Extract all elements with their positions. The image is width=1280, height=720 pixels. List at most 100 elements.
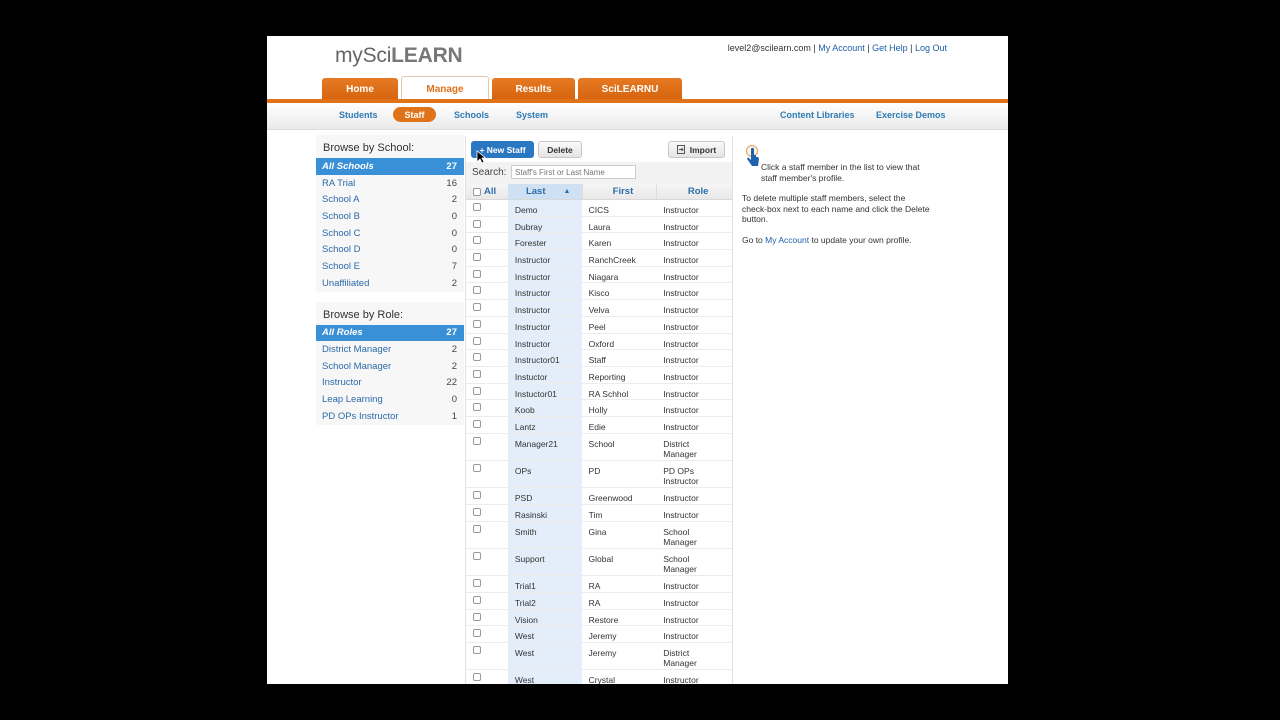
row-select[interactable] (466, 461, 508, 487)
log-out-link[interactable]: Log Out (915, 43, 947, 53)
row-select[interactable] (466, 200, 508, 216)
table-row[interactable]: PSD Greenwood Instructor (466, 488, 732, 505)
table-row[interactable]: Manager21 School District Manager (466, 433, 732, 461)
table-row[interactable]: Instuctor01 RA Schhol Instructor (466, 383, 732, 401)
table-row[interactable]: West Crystal Instructor (466, 670, 732, 684)
table-row[interactable]: Instructor Peel Instructor (466, 316, 732, 334)
table-row[interactable]: Instructor Kisco Instructor (466, 283, 732, 301)
row-checkbox[interactable] (473, 386, 481, 395)
select-all[interactable]: All (466, 184, 508, 199)
row-checkbox[interactable] (473, 286, 481, 295)
row-checkbox[interactable] (473, 612, 481, 621)
row-checkbox[interactable] (473, 463, 481, 472)
row-select[interactable] (466, 670, 508, 684)
row-select[interactable] (466, 626, 508, 642)
role-item[interactable]: PD OPs Instructor 1 (316, 407, 464, 425)
row-checkbox[interactable] (473, 336, 481, 345)
table-row[interactable]: Demo CICS Instructor (466, 200, 732, 217)
table-row[interactable]: Instructor01 Staff Instructor (466, 350, 732, 367)
school-item[interactable]: School B 0 (316, 208, 464, 225)
subnav-exercise-demos[interactable]: Exercise Demos (876, 110, 946, 120)
row-checkbox[interactable] (473, 269, 481, 278)
select-all-checkbox[interactable] (473, 187, 481, 196)
table-row[interactable]: Support Global School Manager (466, 548, 732, 577)
table-row[interactable]: Trial1 RA Instructor (466, 576, 732, 593)
role-item[interactable]: School Manager 2 (316, 357, 464, 375)
row-select[interactable] (466, 267, 508, 283)
row-select[interactable] (466, 488, 508, 504)
table-row[interactable]: Trial2 RA Instructor (466, 592, 732, 610)
row-select[interactable] (466, 367, 508, 383)
school-item[interactable]: Unaffiliated 2 (316, 274, 464, 292)
delete-button[interactable]: Delete (538, 141, 582, 158)
row-select[interactable] (466, 317, 508, 333)
row-checkbox[interactable] (473, 236, 481, 245)
column-first[interactable]: First (581, 184, 657, 199)
school-item[interactable]: All Schools 27 (316, 158, 464, 175)
tab-home[interactable]: Home (322, 78, 398, 101)
row-select[interactable] (466, 400, 508, 416)
row-checkbox[interactable] (473, 629, 481, 638)
table-row[interactable]: OPs PD PD OPs Instructor (466, 460, 732, 489)
table-row[interactable]: Instructor Velva Instructor (466, 300, 732, 317)
table-row[interactable]: Lantz Edie Instructor (466, 416, 732, 434)
column-last[interactable]: Last ▲ (507, 184, 582, 199)
row-select[interactable] (466, 610, 508, 626)
row-select[interactable] (466, 522, 508, 548)
subnav-staff[interactable]: Staff (393, 107, 436, 122)
school-item[interactable]: School D 0 (316, 241, 464, 259)
row-checkbox[interactable] (473, 595, 481, 604)
table-row[interactable]: Instructor RanchCreek Instructor (466, 250, 732, 267)
search-input[interactable] (511, 165, 636, 179)
row-checkbox[interactable] (473, 319, 481, 328)
table-row[interactable]: Dubray Laura Instructor (466, 216, 732, 234)
help-my-account-link[interactable]: My Account (765, 235, 809, 245)
role-item[interactable]: District Manager 2 (316, 341, 464, 358)
row-select[interactable] (466, 643, 508, 669)
table-row[interactable]: West Jeremy District Manager (466, 642, 732, 671)
row-checkbox[interactable] (473, 403, 481, 412)
row-select[interactable] (466, 417, 508, 433)
row-checkbox[interactable] (473, 524, 481, 533)
table-row[interactable]: Vision Restore Instructor (466, 609, 732, 627)
row-select[interactable] (466, 434, 508, 460)
row-checkbox[interactable] (473, 551, 481, 560)
row-select[interactable] (466, 250, 508, 266)
school-item[interactable]: School E 7 (316, 258, 464, 275)
table-row[interactable]: Rasinski Tim Instructor (466, 504, 732, 522)
row-checkbox[interactable] (473, 219, 481, 228)
table-row[interactable]: Instructor Niagara Instructor (466, 266, 732, 284)
school-item[interactable]: RA Trial 16 (316, 174, 464, 192)
row-checkbox[interactable] (473, 491, 481, 500)
row-select[interactable] (466, 283, 508, 299)
tab-results[interactable]: Results (492, 78, 575, 101)
school-item[interactable]: School A 2 (316, 191, 464, 209)
table-row[interactable]: Koob Holly Instructor (466, 400, 732, 417)
row-select[interactable] (466, 217, 508, 233)
role-item[interactable]: Leap Learning 0 (316, 391, 464, 408)
school-item[interactable]: School C 0 (316, 224, 464, 242)
subnav-students[interactable]: Students (339, 110, 378, 120)
row-checkbox[interactable] (473, 419, 481, 428)
row-checkbox[interactable] (473, 253, 481, 262)
row-checkbox[interactable] (473, 303, 481, 312)
subnav-system[interactable]: System (516, 110, 548, 120)
row-checkbox[interactable] (473, 645, 481, 654)
row-checkbox[interactable] (473, 369, 481, 378)
row-checkbox[interactable] (473, 436, 481, 445)
column-role[interactable]: Role (656, 184, 732, 199)
table-row[interactable]: West Jeremy Instructor (466, 626, 732, 643)
table-row[interactable]: Instuctor Reporting Instructor (466, 366, 732, 384)
tab-manage[interactable]: Manage (401, 76, 489, 101)
row-select[interactable] (466, 576, 508, 592)
my-account-link[interactable]: My Account (818, 43, 865, 53)
import-button[interactable]: Import (668, 141, 725, 158)
row-checkbox[interactable] (473, 673, 481, 682)
row-select[interactable] (466, 384, 508, 400)
subnav-content-libraries[interactable]: Content Libraries (780, 110, 855, 120)
row-select[interactable] (466, 233, 508, 249)
row-checkbox[interactable] (473, 203, 481, 211)
table-row[interactable]: Forester Karen Instructor (466, 233, 732, 251)
row-select[interactable] (466, 300, 508, 316)
row-select[interactable] (466, 593, 508, 609)
